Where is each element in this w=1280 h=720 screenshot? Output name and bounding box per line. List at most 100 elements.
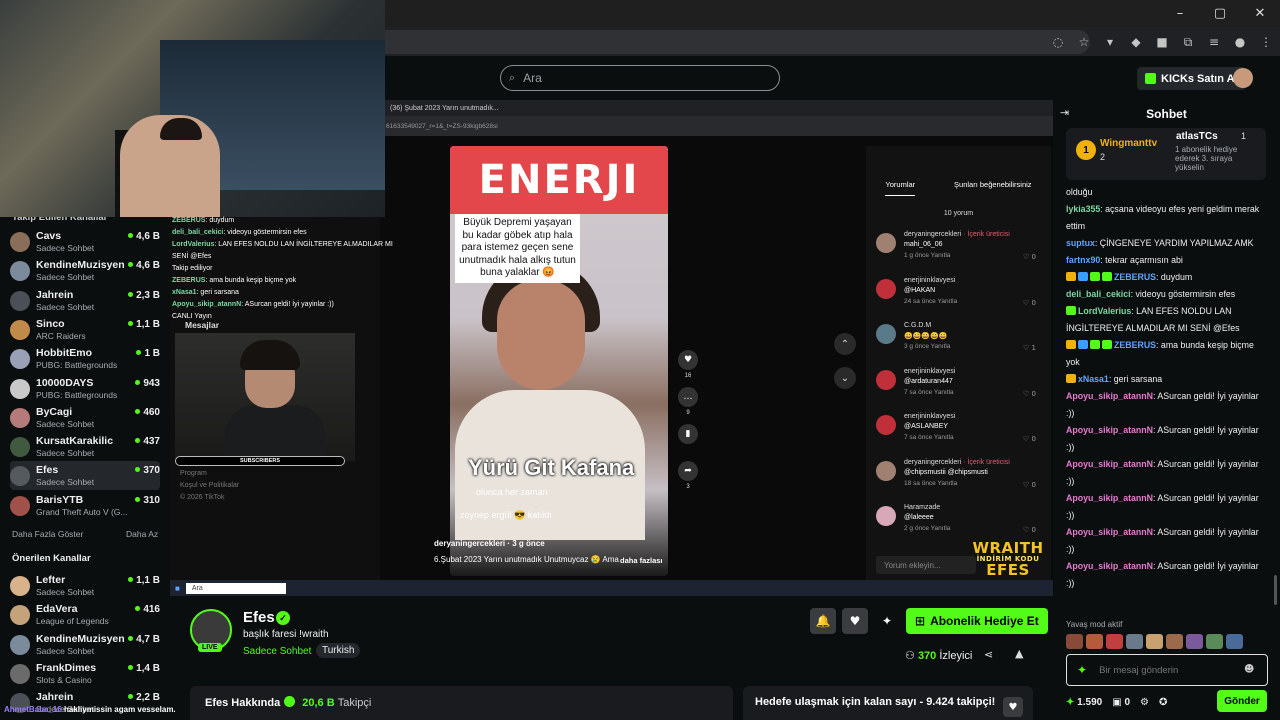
media-icon[interactable]: ≡ [1201, 30, 1227, 54]
follow-heart-icon[interactable]: ♥ [842, 608, 868, 634]
eye-off-icon[interactable]: ◌ [1045, 30, 1071, 54]
gift-subscription-button[interactable]: ⊞ Abonelik Hediye Et [906, 608, 1048, 634]
comment-icon[interactable]: … [678, 387, 698, 407]
comment-like[interactable]: ♡ 0 [1023, 481, 1036, 489]
close-icon[interactable]: ✕ [1240, 0, 1280, 27]
star-icon[interactable]: ☆ [1071, 30, 1097, 54]
profile-icon[interactable]: ● [1227, 30, 1253, 54]
badge-icon[interactable]: ✪ [1159, 697, 1167, 708]
chat-username[interactable]: Apoyu_sikip_atannN [1066, 493, 1153, 503]
report-icon[interactable]: ▲ [1015, 647, 1023, 660]
emoji-icon[interactable]: ☻ [1244, 664, 1254, 675]
sidebar-channel[interactable]: HobbitEmo PUBG: Battlegrounds 1 B [10, 344, 160, 373]
search-input[interactable]: ⌕ Ara [500, 65, 780, 91]
chevron-down-icon[interactable]: ⌄ [834, 367, 856, 389]
windows-start-icon[interactable]: ■ [175, 584, 180, 593]
chat-username[interactable]: Apoyu_sikip_atannN [1066, 561, 1153, 571]
stream-category[interactable]: Sadece Sohbet [243, 646, 311, 657]
maximize-icon[interactable]: ▢ [1200, 0, 1240, 27]
chat-scrollbar[interactable] [1274, 575, 1277, 605]
comment-like[interactable]: ♡ 0 [1023, 253, 1036, 261]
goal-heart-icon[interactable]: ♥ [1003, 697, 1023, 717]
comment-user[interactable]: enerjininklavyesi [904, 368, 955, 375]
streamer-name[interactable]: Efes [243, 609, 275, 626]
chat-username[interactable]: deli_bali_cekici [1066, 289, 1131, 299]
user-avatar[interactable] [1233, 68, 1253, 88]
comment-user[interactable]: deryaningercekleri · İçerik üreticisi [904, 231, 1010, 238]
notification-bell-icon[interactable]: 🔔 [810, 608, 836, 634]
sidebar-channel[interactable]: KursatKarakilic Sadece Sohbet 437 [10, 432, 160, 461]
sidebar-channel[interactable]: 10000DAYS PUBG: Battlegrounds 943 [10, 374, 160, 403]
sidebar-channel[interactable]: Cavs Sadece Sohbet 4,6 B [10, 227, 160, 256]
chat-input[interactable]: ✦ Bir mesaj gönderin [1066, 654, 1268, 686]
emote[interactable] [1066, 634, 1083, 649]
sidebar-channel[interactable]: Lefter Sadece Sohbet 1,1 B [10, 571, 160, 600]
sidebar-channel[interactable]: ByCagi Sadece Sohbet 460 [10, 403, 160, 432]
comment-like[interactable]: ♡ 0 [1023, 299, 1036, 307]
tab-you-may-like[interactable]: Şunları beğenebilirsiniz [954, 180, 1032, 196]
chat-username[interactable]: fartnx90 [1066, 255, 1100, 265]
chat-username[interactable]: Apoyu_sikip_atannN [1066, 391, 1153, 401]
chat-username[interactable]: xNasa1 [1078, 374, 1109, 384]
address-bar[interactable] [370, 30, 1090, 54]
emote[interactable] [1146, 634, 1163, 649]
tab-comments[interactable]: Yorumlar [885, 180, 916, 196]
chat-username[interactable]: suptux [1066, 238, 1095, 248]
show-less-link[interactable]: Daha Az [126, 529, 158, 539]
emote[interactable] [1166, 634, 1183, 649]
comment-user[interactable]: Haramzade [904, 504, 940, 511]
extension-icon[interactable]: ▾ [1097, 30, 1123, 54]
bookmark-icon[interactable]: ▮ [678, 424, 698, 444]
minimize-icon[interactable]: – [1160, 0, 1200, 27]
settings-icon[interactable]: ⚙ [1140, 697, 1149, 708]
share-icon[interactable]: ➦ [678, 461, 698, 481]
sidebar-channel[interactable]: FrankDimes Slots & Casino 1,4 B [10, 659, 160, 688]
comment-like[interactable]: ♡ 1 [1023, 344, 1036, 352]
shield-icon[interactable]: ◆ [1123, 30, 1149, 54]
show-more-link[interactable]: Daha Fazla Göster [12, 529, 83, 539]
extension-icon[interactable]: ■ [1149, 30, 1175, 54]
heart-icon[interactable]: ♥ [678, 350, 698, 370]
chat-username[interactable]: Apoyu_sikip_atannN [1066, 459, 1153, 469]
sidebar-channel[interactable]: KendineMuzisyen Sadece Sohbet 4,6 B [10, 256, 160, 285]
sparkle-icon[interactable]: ✦ [874, 608, 900, 634]
emote[interactable] [1106, 634, 1123, 649]
send-button[interactable]: Gönder [1217, 690, 1267, 712]
sidebar-channel[interactable]: Sinco ARC Raiders 1,1 B [10, 315, 160, 344]
comment-user[interactable]: deryaningercekleri · İçerik üreticisi [904, 459, 1010, 466]
comment-like[interactable]: ♡ 0 [1023, 390, 1036, 398]
emote[interactable] [1126, 634, 1143, 649]
sidebar-channel[interactable]: KendineMuzisyen Sadece Sohbet 4,7 B [10, 630, 160, 659]
chat-username[interactable]: Apoyu_sikip_atannN [1066, 527, 1153, 537]
sidebar-channel[interactable]: BarisYTB Grand Theft Auto V (G... 310 [10, 491, 160, 520]
stream-tag[interactable]: Turkish [316, 643, 361, 658]
sidebar-channel[interactable]: Efes Sadece Sohbet 370 [10, 461, 160, 491]
emote[interactable] [1226, 634, 1243, 649]
comment-like[interactable]: ♡ 0 [1023, 526, 1036, 534]
share-icon[interactable]: ⋖ [984, 648, 993, 661]
leaderboard-user[interactable]: Wingmanttv [1100, 138, 1157, 149]
comment-user[interactable]: enerjininklavyesi [904, 277, 955, 284]
comment-user[interactable]: C.G.D.M [904, 322, 931, 329]
emote[interactable] [1186, 634, 1203, 649]
chat-username[interactable]: LordValerius [1078, 306, 1131, 316]
puzzle-icon[interactable]: ⧉ [1175, 30, 1201, 54]
tiktok-more-link[interactable]: daha fazlası [620, 556, 663, 565]
buy-kicks-button[interactable]: KICKs Satın Al [1137, 67, 1246, 90]
leaderboard-user-2[interactable]: atlasTCs [1176, 131, 1218, 142]
tiktok-author[interactable]: deryaningercekleri · 3 g önce [434, 539, 545, 548]
taskbar-search[interactable]: Ara [185, 582, 286, 594]
chat-username[interactable]: ZEBERUS [1114, 340, 1156, 350]
emote[interactable] [1206, 634, 1223, 649]
sidebar-channel[interactable]: EdaVera League of Legends 416 [10, 600, 160, 629]
menu-icon[interactable]: ⋮ [1253, 30, 1279, 54]
gifts-balance[interactable]: ▣ 0 [1112, 697, 1130, 708]
emote[interactable] [1086, 634, 1103, 649]
kicks-balance[interactable]: ✦ 1.590 [1066, 697, 1102, 708]
chevron-up-icon[interactable]: ⌃ [834, 333, 856, 355]
comment-like[interactable]: ♡ 0 [1023, 435, 1036, 443]
comment-user[interactable]: enerjininklavyesi [904, 413, 955, 420]
chat-username[interactable]: lykia355 [1066, 204, 1100, 214]
chat-username[interactable]: Apoyu_sikip_atannN [1066, 425, 1153, 435]
sidebar-channel[interactable]: Jahrein Sadece Sohbet 2,3 B [10, 286, 160, 315]
